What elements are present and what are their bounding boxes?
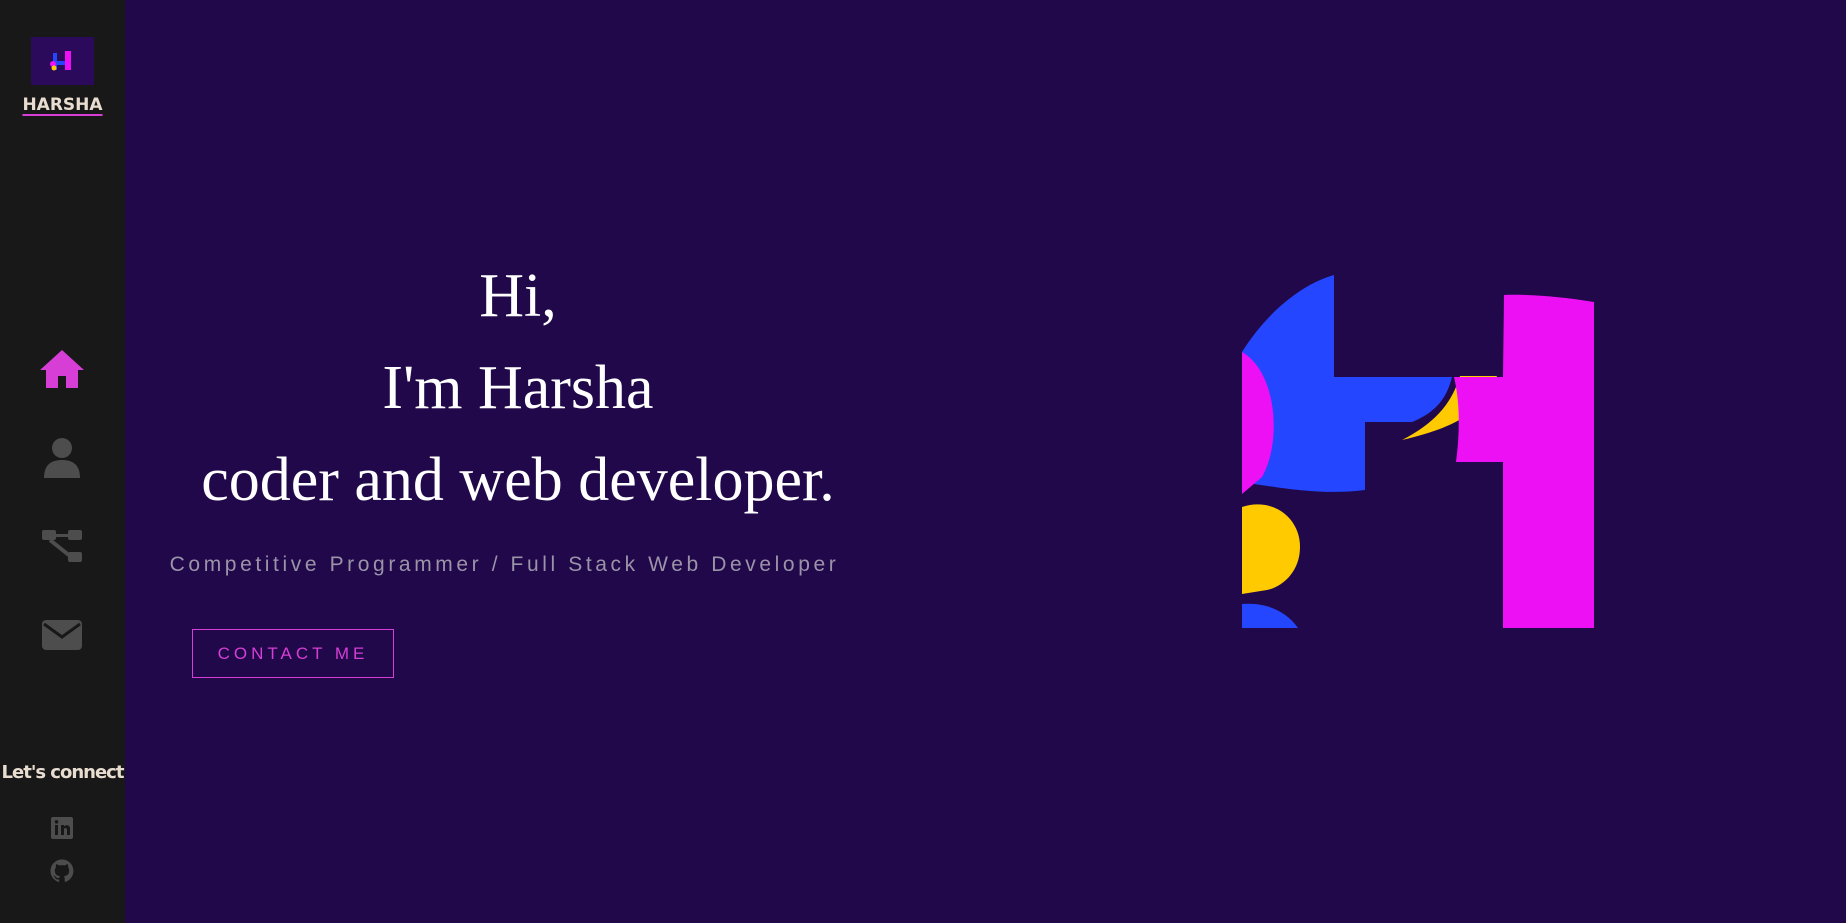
hero-greeting: Hi, (479, 262, 557, 330)
hero-name: I'm Harsha (382, 354, 654, 422)
linkedin-icon[interactable] (50, 816, 74, 840)
logo-name[interactable]: HARSHA (0, 95, 125, 115)
contact-me-button[interactable]: CONTACT ME (192, 629, 394, 678)
sidebar: HARSHA Let's connect (0, 0, 125, 923)
hero-subtitle: Competitive Programmer / Full Stack Web … (169, 553, 840, 576)
github-icon[interactable] (50, 859, 74, 883)
envelope-icon[interactable] (38, 610, 86, 658)
h-logo-graphic (1242, 275, 1594, 628)
sitemap-icon[interactable] (38, 522, 86, 570)
connect-label: Let's connect (1, 762, 125, 783)
hero-heading: Hi, I'm Harsha coder and web developer. (155, 250, 881, 526)
home-icon[interactable] (38, 346, 86, 394)
logo-icon[interactable] (31, 37, 94, 85)
user-icon[interactable] (38, 434, 86, 482)
hero-role: coder and web developer. (201, 446, 835, 514)
